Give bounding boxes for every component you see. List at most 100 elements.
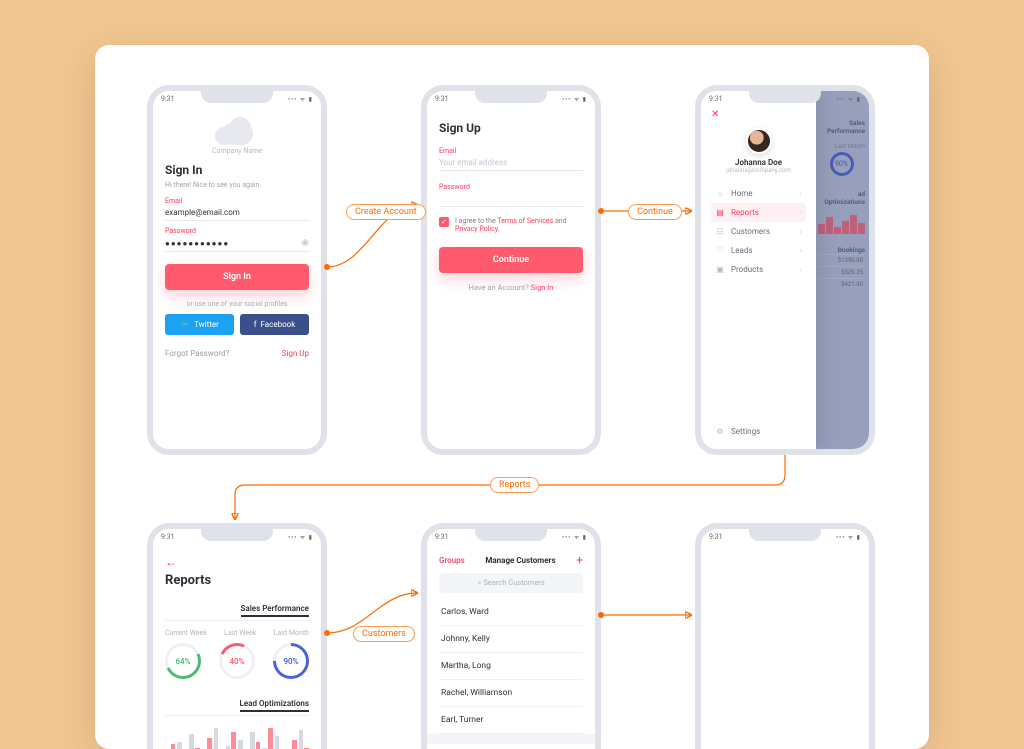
chevron-right-icon: › [800, 227, 802, 236]
status-time: 9:31 [161, 95, 175, 103]
twitter-icon: 🐦 [180, 320, 190, 329]
circle-val: 40% [219, 643, 255, 679]
privacy-link[interactable]: Privacy Policy [455, 225, 498, 233]
password-label: Password [165, 227, 309, 235]
password-label: Password [439, 183, 583, 191]
have-account-row: Have an Account? Sign In [439, 283, 583, 292]
tab-lead-optimizations[interactable]: Lead Optimizations [240, 699, 309, 712]
close-icon[interactable]: ✕ [711, 109, 806, 120]
status-icons: ••• ᯤ ▮ [562, 95, 587, 103]
flow-node [324, 264, 330, 270]
signup-title: Sign Up [439, 121, 583, 135]
screen-blank: 9:31 ••• ᯤ ▮ [695, 523, 875, 749]
twitter-label: Twitter [194, 320, 219, 329]
period-last-week: Last Week [224, 629, 256, 637]
chevron-right-icon: › [800, 246, 802, 255]
continue-button-label: Continue [493, 255, 529, 265]
user-email: johanna@company.com [711, 167, 806, 174]
terms-checkbox[interactable]: ✓ [439, 217, 449, 227]
customers-title: Manage Customers [485, 556, 555, 565]
flow-node [324, 630, 330, 636]
password-field[interactable] [439, 191, 583, 207]
nav-label: Leads [731, 246, 753, 255]
terms-text: I agree to the Terms of Services and Pri… [455, 217, 583, 233]
search-customers-input[interactable]: ⌕ Search Customers [439, 573, 583, 593]
email-placeholder: Your email address [439, 158, 507, 167]
back-arrow-icon[interactable]: ← [165, 555, 309, 569]
circle-val: 90% [273, 643, 309, 679]
facebook-label: Facebook [261, 320, 296, 329]
customer-row[interactable]: Johnny, Kelly [439, 626, 583, 653]
status-time: 9:31 [709, 533, 723, 541]
phone-notch [749, 529, 821, 541]
customer-row[interactable]: Martha, Long [439, 653, 583, 680]
search-placeholder: Search Customers [483, 578, 544, 587]
phone-notch [201, 529, 273, 541]
screen-sign-in: 9:31 ••• ᯤ ▮ Company Name Sign In Hi the… [147, 85, 327, 455]
circle-current: 64% [165, 643, 201, 679]
add-customer-icon[interactable]: + [576, 553, 583, 567]
email-field[interactable]: example@email.com [165, 205, 309, 221]
tab-sales-performance[interactable]: Sales Performance [241, 604, 309, 617]
nav-item-products[interactable]: ▣Products› [711, 260, 806, 279]
signin-link[interactable]: Sign In [531, 283, 554, 292]
reports-title: Reports [165, 573, 309, 588]
email-label: Email [439, 147, 583, 155]
email-field[interactable]: Your email address [439, 155, 583, 171]
phone-notch [475, 529, 547, 541]
nav-label: Customers [731, 227, 770, 236]
nav-item-customers[interactable]: ☷ Customers › [711, 222, 806, 241]
continue-button[interactable]: Continue [439, 247, 583, 273]
nav-settings[interactable]: ⚙ Settings [711, 422, 806, 441]
password-field[interactable]: ●●●●●●●●●●● ◉ [165, 235, 309, 252]
password-value: ●●●●●●●●●●● [165, 239, 229, 248]
customer-row[interactable]: Earl, Turner [439, 707, 583, 734]
status-icons: ••• ᯤ ▮ [288, 95, 313, 103]
nav-item-reports[interactable]: ▤Reports› [711, 203, 806, 222]
period-last-month: Last Month [274, 629, 309, 637]
cloud-logo-icon [221, 123, 253, 145]
nav-icon: ▤ [715, 208, 725, 217]
facebook-button[interactable]: fFacebook [240, 314, 309, 335]
eye-icon[interactable]: ◉ [301, 238, 309, 248]
lead-chart [165, 724, 309, 749]
nav-item-home[interactable]: ⌂Home› [711, 184, 806, 203]
twitter-button[interactable]: 🐦 Twitter [165, 314, 234, 335]
signin-title: Sign In [165, 163, 309, 177]
terms-link[interactable]: Terms of Services [497, 217, 553, 225]
signup-link[interactable]: Sign Up [282, 349, 309, 358]
phone-notch [475, 91, 547, 103]
nav-icon: ⌂ [715, 189, 725, 198]
screen-sign-up: 9:31 ••• ᯤ ▮ Sign Up Email Your email ad… [421, 85, 601, 455]
nav-label: Reports [731, 208, 759, 217]
avatar[interactable] [746, 128, 772, 154]
status-time: 9:31 [161, 533, 175, 541]
circle-last-week: 40% [219, 643, 255, 679]
nav-icon: ☷ [715, 227, 725, 236]
nav-label: Settings [731, 427, 760, 436]
status-icons: ••• ᯤ ▮ [288, 533, 313, 541]
drawer-panel: ✕ Johanna Doe johanna@company.com ⌂Home›… [701, 91, 816, 449]
forgot-password-link[interactable]: Forgot Password? [165, 349, 229, 358]
status-time: 9:31 [709, 95, 723, 103]
email-label: Email [165, 197, 309, 205]
nav-label: Home [731, 189, 753, 198]
status-time: 9:31 [435, 533, 449, 541]
signin-button[interactable]: Sign In [165, 264, 309, 290]
phone-notch [749, 91, 821, 103]
status-icons: ••• ᯤ ▮ [836, 533, 861, 541]
customer-row[interactable]: Carlos, Ward [439, 599, 583, 626]
circle-val: 64% [165, 643, 201, 679]
flow-node [598, 612, 604, 618]
list-gap [427, 734, 595, 744]
flow-label-continue: Continue [628, 204, 682, 220]
gear-icon: ⚙ [715, 427, 725, 436]
signin-button-label: Sign In [223, 272, 251, 282]
customer-row[interactable]: Rachel, Williamson [439, 680, 583, 707]
flow-label-reports: Reports [490, 477, 539, 493]
drawer-back-content: Sales Performance Last Month 90% ad Opti… [814, 91, 869, 449]
nav-item-leads[interactable]: ♡ Leads › [711, 241, 806, 260]
nav-icon: ♡ [715, 246, 725, 255]
status-time: 9:31 [435, 95, 449, 103]
groups-link[interactable]: Groups [439, 556, 465, 565]
